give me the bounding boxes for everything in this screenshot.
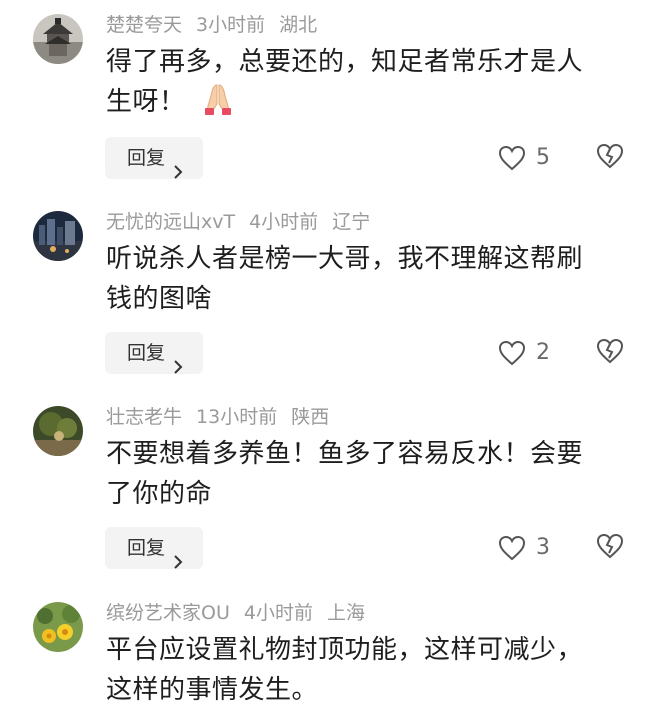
dislike-button[interactable] (596, 533, 624, 563)
avatar[interactable] (33, 211, 83, 261)
comment-text-line: 不要想着多养鱼！鱼多了容易反水！会要 (106, 439, 584, 469)
avatar[interactable] (33, 14, 83, 64)
heart-icon (498, 145, 526, 171)
reply-label: 回复 (127, 147, 166, 169)
username[interactable]: 楚楚夸天 (106, 14, 182, 36)
comment-feed: 楚楚夸天 3小时前 湖北 得了再多，总要还的，知足者常乐才是人 生呀！ 回复 5… (0, 0, 660, 720)
reply-button[interactable]: 回复 (105, 137, 203, 179)
like-count: 2 (536, 340, 550, 365)
location: 湖北 (279, 14, 318, 36)
location: 辽宁 (332, 211, 371, 233)
username[interactable]: 缤纷艺术家OU (106, 602, 230, 624)
comment-text: 得了再多，总要还的，知足者常乐才是人 生呀！ (106, 42, 626, 128)
location: 上海 (326, 602, 365, 624)
reply-button[interactable]: 回复 (105, 332, 203, 374)
comment-text-line: 生呀！ (106, 82, 626, 128)
folded-hands-icon (200, 82, 236, 128)
avatar[interactable] (33, 406, 83, 456)
timestamp: 4小时前 (243, 602, 313, 624)
timestamp: 13小时前 (196, 406, 278, 428)
dislike-button[interactable] (596, 338, 624, 368)
chevron-right-icon (173, 152, 183, 194)
location: 陕西 (291, 406, 330, 428)
heart-icon (498, 535, 526, 561)
heart-icon (498, 340, 526, 366)
comment-text-line: 了你的命 (106, 479, 213, 509)
username[interactable]: 壮志老牛 (106, 406, 182, 428)
broken-heart-icon (596, 338, 624, 364)
comment-meta: 壮志老牛 13小时前 陕西 (106, 402, 343, 432)
comment-meta: 楚楚夸天 3小时前 湖北 (106, 10, 331, 40)
comment-text-line: 这样的事情发生。 (106, 675, 319, 705)
reply-button[interactable]: 回复 (105, 527, 203, 569)
broken-heart-icon (596, 143, 624, 169)
timestamp: 3小时前 (196, 14, 266, 36)
like-count: 5 (536, 145, 550, 170)
comment-text: 平台应设置礼物封顶功能，这样可减少， 这样的事情发生。 (106, 630, 626, 710)
comment-meta: 无忧的远山xvT 4小时前 辽宁 (106, 207, 384, 237)
like-count: 3 (536, 535, 550, 560)
reply-label: 回复 (127, 342, 166, 364)
comment-text-line: 平台应设置礼物封顶功能，这样可减少， (106, 635, 584, 665)
comment-text-line: 听说杀人者是榜一大哥，我不理解这帮刷 (106, 244, 584, 274)
broken-heart-icon (596, 533, 624, 559)
comment-text-line: 得了再多，总要还的，知足者常乐才是人 (106, 47, 584, 77)
chevron-right-icon (173, 347, 183, 389)
avatar[interactable] (33, 602, 83, 652)
comment-text-line: 钱的图啥 (106, 284, 213, 314)
username[interactable]: 无忧的远山xvT (106, 211, 235, 233)
comment-text: 听说杀人者是榜一大哥，我不理解这帮刷 钱的图啥 (106, 239, 626, 319)
comment-text: 不要想着多养鱼！鱼多了容易反水！会要 了你的命 (106, 434, 626, 514)
chevron-right-icon (173, 542, 183, 584)
timestamp: 4小时前 (249, 211, 319, 233)
reply-label: 回复 (127, 537, 166, 559)
dislike-button[interactable] (596, 143, 624, 173)
comment-meta: 缤纷艺术家OU 4小时前 上海 (106, 598, 379, 628)
